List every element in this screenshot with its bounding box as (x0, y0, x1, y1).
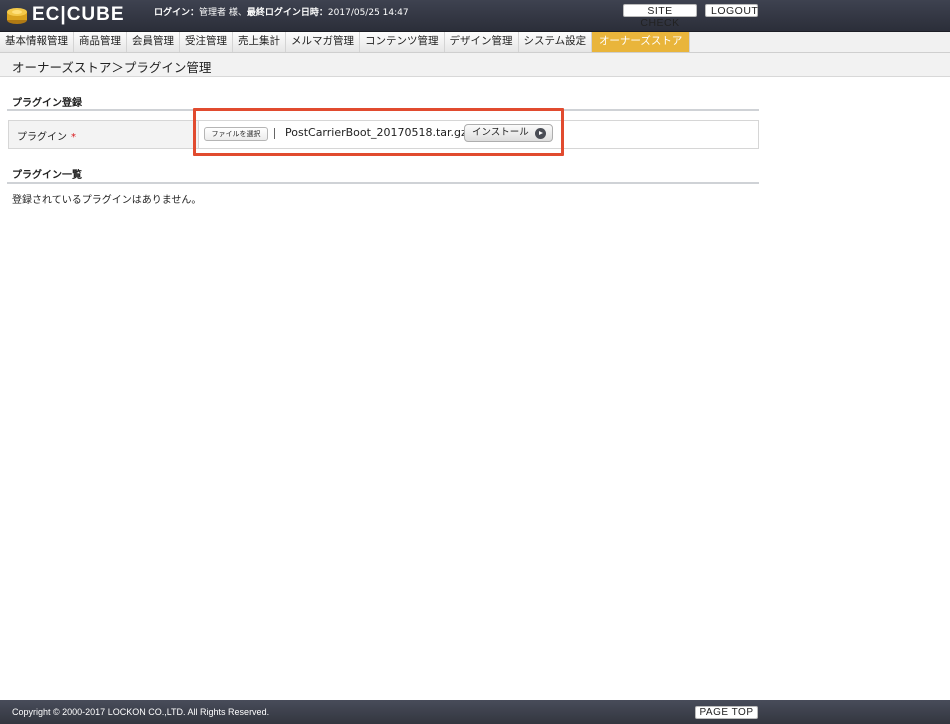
page-title-bar: オーナーズストア＞プラグイン管理 (0, 53, 950, 77)
logout-button[interactable]: LOGOUT (705, 4, 758, 17)
logo-text: EC|CUBE (32, 4, 125, 25)
login-user: 管理者 (199, 8, 227, 18)
copyright-text: Copyright © 2000-2017 LOCKON CO.,LTD. Al… (12, 707, 270, 717)
last-login-value: 2017/05/25 14:47 (327, 8, 409, 18)
nav-item-customers[interactable]: 会員管理 (127, 32, 180, 52)
site-check-button[interactable]: SITE CHECK (623, 4, 697, 29)
nav-item-system[interactable]: システム設定 (518, 32, 593, 52)
page-top-button[interactable]: PAGE TOP (695, 706, 758, 719)
login-user-suffix: 様、 (226, 8, 247, 18)
required-mark: * (71, 132, 76, 143)
page-title: オーナーズストア＞プラグイン管理 (12, 60, 212, 75)
register-heading: プラグイン登録 (12, 98, 82, 109)
last-login-label: 最終ログイン日時： (246, 8, 328, 18)
ec-cube-logo[interactable]: EC|CUBE (6, 4, 125, 26)
empty-plugin-message: 登録されているプラグインはありません。 (12, 195, 202, 206)
main-nav: 基本情報管理 商品管理 会員管理 受注管理 売上集計 メルマガ管理 コンテンツ管… (0, 32, 950, 53)
header-bar: EC|CUBE ログイン：管理者 様、最終ログイン日時：2017/05/25 1… (0, 0, 950, 32)
login-info: ログイン：管理者 様、最終ログイン日時：2017/05/25 14:47 (154, 5, 409, 18)
list-heading: プラグイン一覧 (12, 170, 82, 181)
nav-item-basic-info[interactable]: 基本情報管理 (0, 32, 74, 52)
nav-item-sales[interactable]: 売上集計 (233, 32, 286, 52)
nav-item-contents[interactable]: コンテンツ管理 (360, 32, 445, 52)
nav-item-products[interactable]: 商品管理 (74, 32, 127, 52)
nav-item-owners-store[interactable]: オーナーズストア (592, 32, 691, 52)
list-divider (7, 182, 759, 184)
nav-item-mail-magazine[interactable]: メルマガ管理 (286, 32, 360, 52)
nav-item-orders[interactable]: 受注管理 (180, 32, 233, 52)
nav-item-design[interactable]: デザイン管理 (444, 32, 519, 52)
footer-bar: Copyright © 2000-2017 LOCKON CO.,LTD. Al… (0, 700, 950, 724)
login-prefix: ログイン： (154, 8, 200, 18)
plugin-field-label: プラグイン * (9, 121, 199, 148)
cube-logo-icon (7, 8, 27, 24)
highlight-box (193, 108, 564, 156)
plugin-label-text: プラグイン (17, 132, 67, 143)
